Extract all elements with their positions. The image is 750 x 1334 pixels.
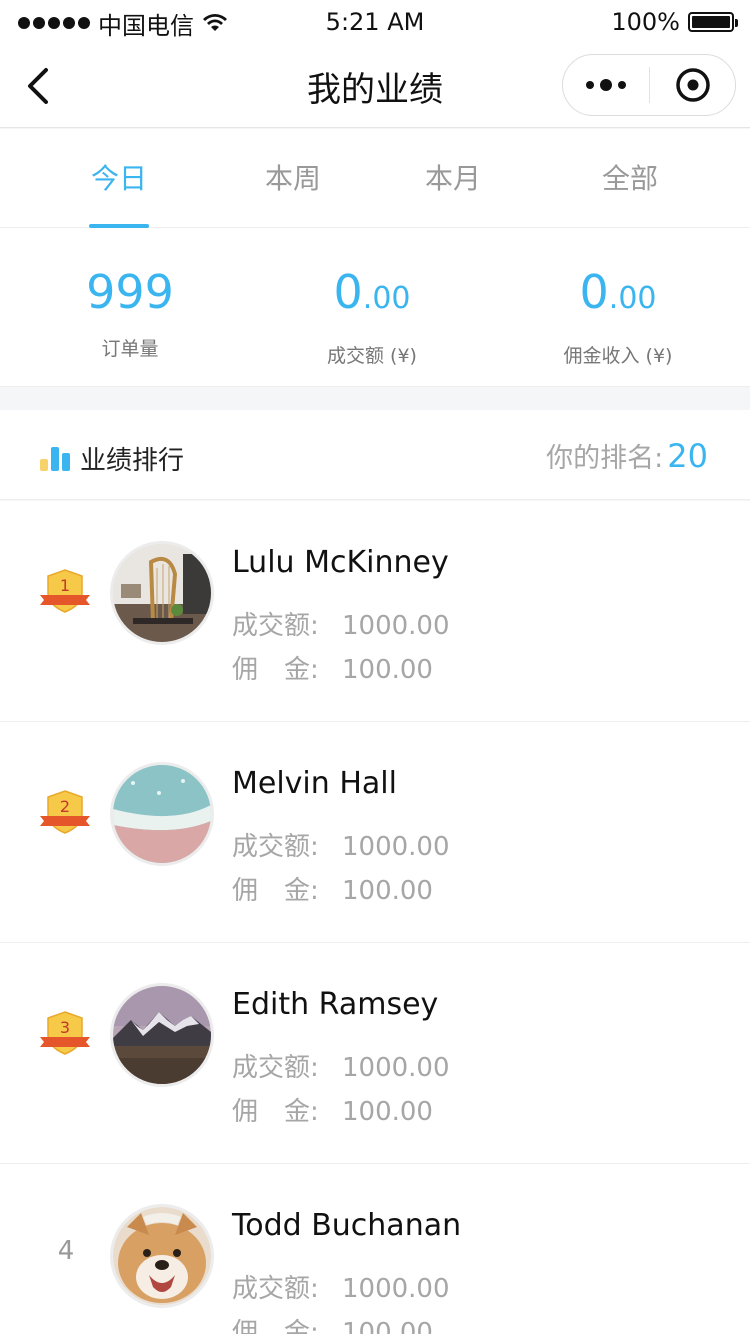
more-icon — [586, 81, 594, 89]
ranking-list: 1 Lulu McKinney 成交额:1000.00 佣 金:100.00 — [0, 501, 750, 1334]
stat-orders: 999 订单量 — [5, 264, 255, 361]
target-close-icon — [675, 68, 710, 102]
your-rank-label: 你的排名: — [546, 443, 664, 474]
medal-rank-text: 2 — [60, 797, 70, 816]
stat-commission: 0.00 佣金收入 (¥) — [493, 264, 743, 368]
deal-amount-row: 成交额: 1000.00 — [232, 1274, 450, 1304]
tab-label: 今日 — [90, 162, 147, 195]
deal-amount-row: 成交额: 1000.00 — [232, 832, 450, 862]
avatar[interactable] — [110, 541, 214, 645]
commission-row: 佣 金: 100.00 — [232, 876, 433, 906]
avatar-image — [113, 765, 211, 863]
stat-value: 0.00 — [579, 265, 657, 319]
tab-month[interactable]: 本月 — [383, 129, 523, 228]
medal-rank-text: 1 — [60, 576, 70, 595]
battery-status: 100% — [611, 8, 738, 36]
battery-icon — [688, 12, 738, 32]
ranking-header: 业绩排行 你的排名: 20 — [0, 410, 750, 500]
medal-rank-text: 3 — [60, 1018, 70, 1037]
avatar[interactable] — [110, 983, 214, 1087]
tab-week[interactable]: 本周 — [223, 129, 363, 228]
member-name: Edith Ramsey — [232, 987, 439, 1022]
avatar[interactable] — [110, 762, 214, 866]
stat-value: 0.00 — [333, 265, 411, 319]
status-bar: 中国电信 5:21 AM 100% — [0, 0, 750, 44]
avatar-image — [113, 1207, 211, 1305]
ranking-title-text: 业绩排行 — [80, 446, 185, 476]
tab-today[interactable]: 今日 — [49, 129, 189, 228]
list-item[interactable]: 3 Edith Ramsey 成交额: 1000.00 佣 金: 100.00 — [0, 943, 750, 1164]
medal-silver-icon: 2 — [40, 790, 90, 834]
mini-program-capsule — [562, 54, 736, 116]
period-tabs: 今日 本周 本月 全部 — [0, 129, 750, 228]
tab-label: 本月 — [424, 162, 481, 195]
medal-gold-icon: 1 — [40, 569, 90, 613]
stat-label: 成交额 (¥) — [327, 345, 417, 367]
commission-row: 佣 金: 100.00 — [232, 655, 433, 685]
commission-row: 佣 金: 100.00 — [232, 1097, 433, 1127]
bar-chart-icon — [40, 446, 70, 471]
commission-row: 佣 金: 100.00 — [232, 1318, 433, 1334]
list-item[interactable]: 2 Melvin Hall 成交额: 1000.00 佣 金: 100.00 — [0, 722, 750, 943]
rank-number: 4 — [57, 1236, 75, 1266]
avatar-image — [113, 986, 211, 1084]
stats-summary: 999 订单量 0.00 成交额 (¥) 0.00 佣金收入 (¥) — [0, 228, 750, 387]
list-item[interactable]: 1 Lulu McKinney 成交额: 1000.00 佣 金: 100.00 — [0, 501, 750, 722]
your-rank: 你的排名: 20 — [546, 436, 708, 475]
deal-amount-row: 成交额: 1000.00 — [232, 611, 450, 641]
avatar[interactable] — [110, 1204, 214, 1308]
deal-amount-row: 成交额: 1000.00 — [232, 1053, 450, 1083]
stat-label: 佣金收入 (¥) — [563, 345, 673, 367]
tab-all[interactable]: 全部 — [560, 129, 700, 228]
tab-label: 全部 — [601, 162, 658, 195]
stat-label: 订单量 — [101, 338, 159, 360]
nav-bar: 我的业绩 — [0, 44, 750, 128]
ranking-title: 业绩排行 — [40, 440, 184, 477]
your-rank-value: 20 — [667, 437, 708, 475]
member-name: Todd Buchanan — [232, 1208, 462, 1243]
stat-value: 999 — [86, 265, 174, 319]
list-item[interactable]: 4 Todd Buchanan 成交额: 1000.00 佣 金: 100.00 — [0, 1164, 750, 1334]
more-button[interactable] — [563, 55, 649, 115]
battery-percent: 100% — [611, 8, 680, 36]
stat-deal-amount: 0.00 成交额 (¥) — [247, 264, 497, 368]
close-button[interactable] — [650, 55, 735, 115]
avatar-image — [113, 544, 211, 642]
member-name: Lulu McKinney — [232, 545, 449, 580]
tab-label: 本周 — [264, 162, 321, 195]
member-name: Melvin Hall — [232, 766, 397, 801]
medal-bronze-icon: 3 — [40, 1011, 90, 1055]
